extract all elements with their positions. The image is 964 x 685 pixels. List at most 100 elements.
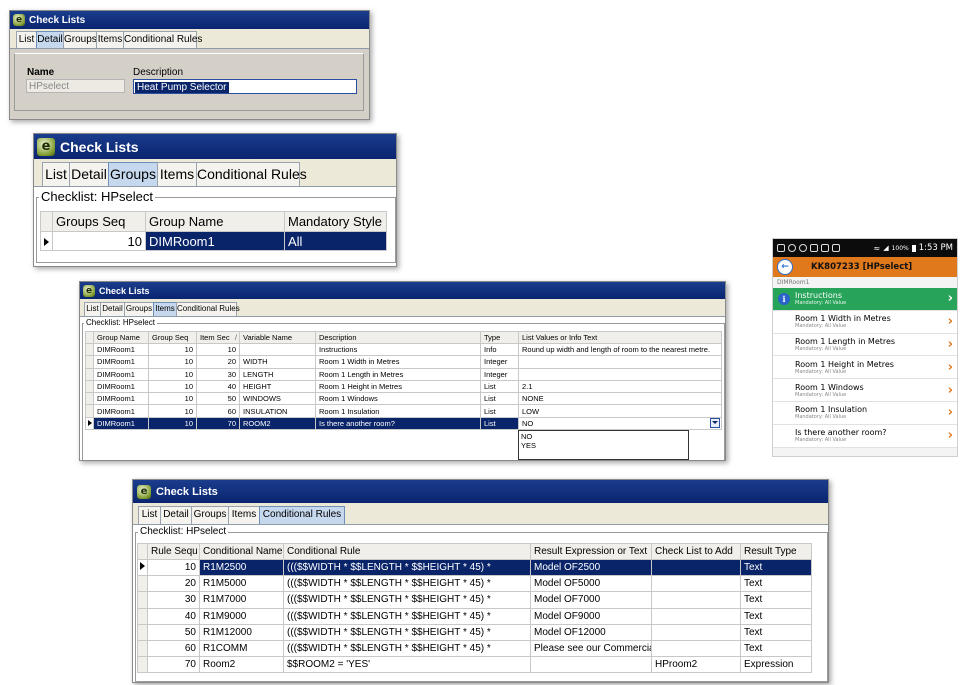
cell[interactable]: List <box>480 392 519 406</box>
tab-groups[interactable]: Groups <box>191 506 229 524</box>
name-field[interactable]: HPselect <box>26 79 125 93</box>
cell[interactable]: DIMRoom1 <box>93 392 149 406</box>
cell[interactable]: 10 <box>148 342 197 357</box>
cell[interactable]: LOW <box>518 404 722 418</box>
column-header[interactable]: Group Name <box>145 211 285 232</box>
table-row[interactable]: 60 R1COMM ((($$WIDTH * $$LENGTH * $$HEIG… <box>137 639 812 658</box>
cell[interactable]: WIDTH <box>239 355 316 369</box>
cell[interactable]: LENGTH <box>239 367 316 381</box>
list-item[interactable]: Room 1 Width in Metres Mandatory: All Val… <box>773 310 957 334</box>
tab-list[interactable]: List <box>84 302 101 316</box>
cell[interactable]: Room 1 Length in Metres <box>315 367 481 381</box>
cell[interactable]: List <box>480 404 519 418</box>
cell[interactable]: Instructions <box>315 342 481 357</box>
column-header[interactable]: Group Name <box>93 331 149 344</box>
cell[interactable]: Expression <box>740 656 812 674</box>
cell[interactable] <box>651 607 741 625</box>
table-row[interactable]: DIMRoom1 10 40 HEIGHT Room 1 Height in M… <box>85 379 722 394</box>
table-row[interactable]: DIMRoom1 10 50 WINDOWS Room 1 Windows Li… <box>85 392 722 406</box>
cell[interactable]: 20 <box>147 575 200 593</box>
cell[interactable]: Model OF2500 <box>530 558 652 577</box>
cell[interactable]: WINDOWS <box>239 392 316 406</box>
list-item[interactable]: Is there another room? Mandatory: All Val… <box>773 424 957 448</box>
list-item[interactable]: Room 1 Length in Metres Mandatory: All Va… <box>773 333 957 357</box>
tab-conditional-rules[interactable]: Conditional Rules <box>176 302 240 316</box>
cell[interactable]: Room 1 Height in Metres <box>315 379 481 394</box>
list-item-instructions[interactable]: i Instructions Mandatory: All Value › <box>773 288 957 311</box>
cell[interactable]: R1COMM <box>199 639 284 658</box>
cell[interactable]: 10 <box>148 416 197 431</box>
cell[interactable]: Please see our Commercial <box>530 639 652 658</box>
chevron-down-icon[interactable] <box>710 418 720 428</box>
table-row[interactable]: 10 R1M2500 ((($$WIDTH * $$LENGTH * $$HEI… <box>137 558 812 577</box>
tab-list[interactable]: List <box>138 506 161 524</box>
tab-list[interactable]: List <box>16 31 37 48</box>
cell[interactable]: Room2 <box>199 656 284 674</box>
cell[interactable]: DIMRoom1 <box>93 379 149 394</box>
cell[interactable] <box>651 558 741 577</box>
column-header[interactable]: Item Sec / <box>196 331 240 344</box>
column-header[interactable]: Check List to Add <box>651 543 741 560</box>
tab-detail[interactable]: Detail <box>36 31 64 48</box>
cell[interactable]: DIMRoom1 <box>93 404 149 418</box>
cell[interactable]: 2.1 <box>518 379 722 394</box>
cell[interactable] <box>530 656 652 674</box>
cell[interactable]: DIMRoom1 <box>93 342 149 357</box>
cell[interactable]: Model OF5000 <box>530 575 652 593</box>
dropdown-list[interactable]: NO YES <box>518 430 689 460</box>
column-header[interactable]: Groups Seq <box>52 211 146 232</box>
column-header[interactable]: Result Type <box>740 543 812 560</box>
table-row[interactable]: DIMRoom1 10 70 ROOM2 Is there another ro… <box>85 416 722 431</box>
tab-groups[interactable]: Groups <box>63 31 97 48</box>
cell[interactable]: Text <box>740 607 812 625</box>
cell[interactable] <box>651 591 741 609</box>
mandatory-style-cell[interactable]: All <box>284 231 387 251</box>
cell[interactable]: HEIGHT <box>239 379 316 394</box>
tab-conditional-rules[interactable]: Conditional Rules <box>123 31 202 48</box>
cell[interactable]: 10 <box>148 392 197 406</box>
cell[interactable]: HProom2 <box>651 656 741 674</box>
cell[interactable]: 20 <box>196 355 240 369</box>
column-header[interactable]: Description <box>315 331 481 344</box>
cell[interactable]: Model OF12000 <box>530 623 652 641</box>
cell[interactable]: Model OF7000 <box>530 591 652 609</box>
table-row[interactable]: 70 Room2 $$ROOM2 = 'YES' HProom2 Express… <box>137 656 812 674</box>
cell[interactable] <box>239 342 316 357</box>
column-header[interactable]: Group Seq <box>148 331 197 344</box>
cell[interactable]: 10 <box>196 342 240 357</box>
cell[interactable]: List <box>480 416 519 431</box>
cell[interactable]: Text <box>740 591 812 609</box>
tab-groups[interactable]: Groups <box>124 302 154 316</box>
cell[interactable]: 50 <box>196 392 240 406</box>
column-header[interactable]: List Values or Info Text <box>518 331 722 344</box>
cell[interactable]: 40 <box>147 607 200 625</box>
list-value-select[interactable]: NO <box>518 416 722 431</box>
cell[interactable]: 10 <box>147 558 200 577</box>
tab-detail[interactable]: Detail <box>100 302 125 316</box>
column-header[interactable]: Mandatory Style <box>284 211 387 232</box>
cell[interactable]: DIMRoom1 <box>93 355 149 369</box>
cell[interactable]: Info <box>480 342 519 357</box>
group-name-cell[interactable]: DIMRoom1 <box>145 231 285 251</box>
table-row[interactable]: 50 R1M12000 ((($$WIDTH * $$LENGTH * $$HE… <box>137 623 812 641</box>
tab-items[interactable]: Items <box>96 31 124 48</box>
list-item[interactable]: Room 1 Windows Mandatory: All Value › <box>773 379 957 402</box>
cell[interactable]: ((($$WIDTH * $$LENGTH * $$HEIGHT * 45) * <box>283 575 531 593</box>
list-item[interactable]: Room 1 Height in Metres Mandatory: All Va… <box>773 356 957 380</box>
cell[interactable]: 60 <box>196 404 240 418</box>
cell[interactable]: DIMRoom1 <box>93 367 149 381</box>
table-row[interactable]: 40 R1M9000 ((($$WIDTH * $$LENGTH * $$HEI… <box>137 607 812 625</box>
cell[interactable]: R1M2500 <box>199 558 284 577</box>
cell[interactable]: 30 <box>196 367 240 381</box>
column-header[interactable]: Type <box>480 331 519 344</box>
cell[interactable]: Round up width and length of room to the… <box>518 342 722 357</box>
column-header[interactable]: Variable Name <box>239 331 316 344</box>
tab-detail[interactable]: Detail <box>160 506 192 524</box>
cell[interactable]: ROOM2 <box>239 416 316 431</box>
table-row[interactable]: DIMRoom1 10 30 LENGTH Room 1 Length in M… <box>85 367 722 381</box>
cell[interactable]: Integer <box>480 355 519 369</box>
cell[interactable]: ((($$WIDTH * $$LENGTH * $$HEIGHT * 45) * <box>283 639 531 658</box>
column-header[interactable]: Rule Sequ <box>147 543 200 560</box>
cell[interactable]: DIMRoom1 <box>93 416 149 431</box>
cell[interactable]: 50 <box>147 623 200 641</box>
